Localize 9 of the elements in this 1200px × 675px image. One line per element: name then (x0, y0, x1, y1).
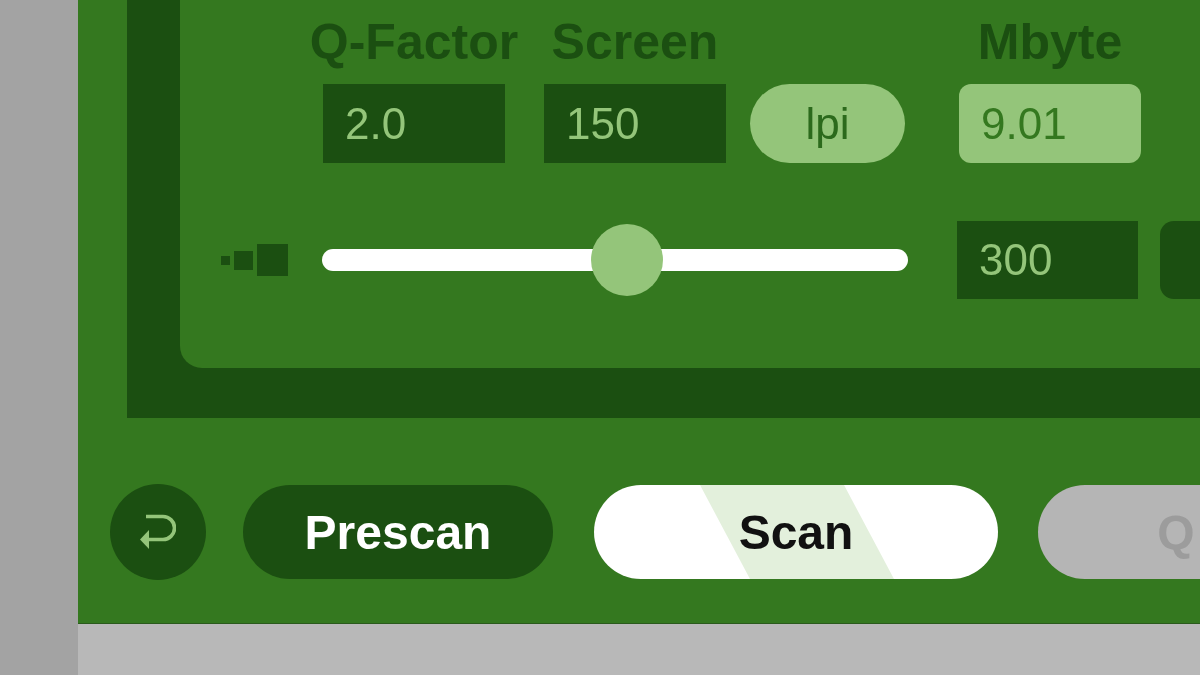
squares-icon (221, 244, 288, 276)
return-icon (140, 513, 176, 551)
action-button[interactable]: Prescan (243, 485, 553, 579)
input-field[interactable]: 2.0 (323, 84, 505, 163)
input-field[interactable]: 150 (544, 84, 726, 163)
input-field[interactable]: 9.01 (959, 84, 1141, 163)
scan-button[interactable]: Scan (594, 485, 998, 579)
unit-button[interactable]: lpi (750, 84, 905, 163)
input-field[interactable]: 300 (957, 221, 1138, 299)
